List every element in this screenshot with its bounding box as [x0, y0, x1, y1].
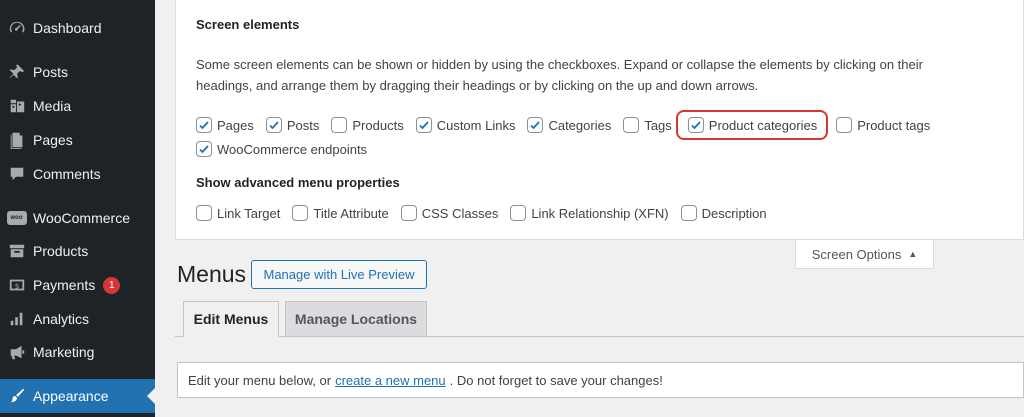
- checkbox-label: Description: [701, 205, 767, 221]
- sidebar-item-label: Analytics: [33, 311, 90, 327]
- sidebar-item-label: WooCommerce: [33, 210, 130, 226]
- checkbox-label: Product tags: [857, 117, 931, 133]
- advanced-properties-heading: Show advanced menu properties: [196, 175, 400, 190]
- checkbox-products[interactable]: Products: [331, 117, 404, 133]
- dollar-icon: $: [0, 276, 33, 294]
- checkbox-box[interactable]: [836, 117, 853, 133]
- checkbox-product-categories[interactable]: Product categories: [675, 110, 829, 140]
- checkbox-label: Pages: [217, 117, 254, 133]
- checkbox-custom-links[interactable]: Custom Links: [415, 117, 516, 133]
- checkbox-label: Link Target: [217, 205, 281, 221]
- checkbox-title-attribute[interactable]: Title Attribute: [292, 205, 389, 221]
- checkbox-box[interactable]: [331, 117, 348, 133]
- checkbox-box[interactable]: [687, 117, 704, 133]
- page-title: Menus: [177, 261, 247, 287]
- notice-text-after: . Do not forget to save your changes!: [449, 372, 663, 388]
- brush-icon: [0, 387, 33, 405]
- checkbox-label: CSS Classes: [421, 205, 499, 221]
- sidebar-item-products[interactable]: Products: [0, 234, 155, 268]
- sidebar-item-label: Media: [33, 98, 72, 114]
- checkbox-box[interactable]: [196, 141, 212, 157]
- checkbox-label: Tags: [644, 117, 672, 133]
- tab-edit-menus[interactable]: Edit Menus: [183, 301, 279, 337]
- pages-icon: [0, 131, 33, 149]
- sidebar-item-pages[interactable]: Pages: [0, 123, 155, 157]
- pin-icon: [0, 63, 33, 81]
- sidebar-item-label: Comments: [33, 166, 101, 182]
- sidebar-item-label: Dashboard: [33, 20, 102, 36]
- checkbox-box[interactable]: [292, 205, 309, 221]
- checkbox-box[interactable]: [510, 205, 527, 221]
- checkbox-description[interactable]: Description: [680, 205, 767, 221]
- checkbox-label: Categories: [548, 117, 612, 133]
- checkbox-box[interactable]: [400, 205, 417, 221]
- checkbox-tags[interactable]: Tags: [623, 117, 672, 133]
- checkbox-label: Custom Links: [436, 117, 516, 133]
- checkbox-box[interactable]: [415, 117, 432, 133]
- checkbox-label: Link Relationship (XFN): [531, 205, 669, 221]
- bar-chart-icon: [0, 310, 33, 328]
- checkbox-link-relationship[interactable]: Link Relationship (XFN): [510, 205, 669, 221]
- checkbox-box[interactable]: [196, 205, 212, 221]
- checkbox-box[interactable]: [680, 205, 697, 221]
- notice-text-before: Edit your menu below, or: [188, 372, 332, 388]
- sidebar-item-marketing[interactable]: Marketing: [0, 335, 155, 369]
- screen-elements-heading: Screen elements: [196, 17, 300, 32]
- checkbox-link-target[interactable]: Link Target: [196, 205, 280, 221]
- sidebar-item-woocommerce[interactable]: woo WooCommerce: [0, 201, 155, 235]
- checkbox-box[interactable]: [527, 117, 544, 133]
- checkbox-woocommerce-endpoints[interactable]: WooCommerce endpoints: [196, 141, 367, 157]
- checkbox-label: Title Attribute: [313, 205, 389, 221]
- checkbox-css-classes[interactable]: CSS Classes: [400, 205, 499, 221]
- dashboard-icon: [0, 19, 33, 37]
- create-new-menu-link[interactable]: create a new menu: [335, 373, 446, 388]
- notification-badge: 1: [103, 276, 121, 294]
- current-menu-arrow: [147, 388, 155, 404]
- screen-elements-row-1: Pages Posts Products Custom Links Catego…: [196, 110, 942, 140]
- svg-text:$: $: [14, 282, 19, 291]
- sidebar-item-comments[interactable]: Comments: [0, 157, 155, 191]
- screen-options-label: Screen Options: [811, 246, 902, 262]
- sidebar-item-label: Payments: [33, 277, 96, 293]
- checkbox-label: WooCommerce endpoints: [217, 141, 368, 157]
- checkbox-label: Products: [352, 117, 404, 133]
- woo-icon: woo: [0, 211, 33, 225]
- checkbox-label: Product categories: [708, 117, 818, 133]
- checkbox-label: Posts: [286, 117, 320, 133]
- sidebar-item-appearance[interactable]: Appearance: [0, 379, 155, 413]
- sidebar-item-label: Products: [33, 243, 89, 259]
- sidebar-item-posts[interactable]: Posts: [0, 55, 155, 89]
- checkbox-box[interactable]: [623, 117, 640, 133]
- arrow-up-icon: ▲: [908, 249, 918, 259]
- sidebar-item-media[interactable]: Media: [0, 89, 155, 123]
- checkbox-product-tags[interactable]: Product tags: [836, 117, 930, 133]
- sidebar-item-label: Marketing: [33, 344, 95, 360]
- sidebar-item-dashboard[interactable]: Dashboard: [0, 11, 155, 45]
- media-icon: [0, 97, 33, 115]
- screen-elements-description: Some screen elements can be shown or hid…: [196, 57, 923, 93]
- screen-options-panel: Screen elements Some screen elements can…: [175, 0, 1024, 240]
- admin-sidebar: Dashboard Posts Media Pages Comments woo…: [0, 0, 155, 417]
- checkbox-box[interactable]: [196, 117, 212, 133]
- manage-menus-notice: Edit your menu below, or create a new me…: [177, 362, 1024, 398]
- sidebar-item-label: Pages: [33, 132, 73, 148]
- manage-live-preview-button[interactable]: Manage with Live Preview: [251, 260, 427, 289]
- checkbox-posts[interactable]: Posts: [265, 117, 320, 133]
- megaphone-icon: [0, 343, 33, 361]
- checkbox-box[interactable]: [265, 117, 282, 133]
- advanced-properties-row: Link Target Title Attribute CSS Classes …: [196, 205, 779, 221]
- tab-manage-locations[interactable]: Manage Locations: [285, 301, 427, 337]
- sidebar-item-analytics[interactable]: Analytics: [0, 302, 155, 336]
- comment-icon: [0, 165, 33, 183]
- screen-options-toggle[interactable]: Screen Options ▲: [795, 240, 934, 269]
- sidebar-item-label: Posts: [33, 64, 69, 80]
- sidebar-item-payments[interactable]: $ Payments 1: [0, 268, 155, 302]
- archive-icon: [0, 242, 33, 260]
- checkbox-pages[interactable]: Pages: [196, 117, 254, 133]
- screen-elements-row-2: WooCommerce endpoints: [196, 141, 379, 157]
- checkbox-categories[interactable]: Categories: [527, 117, 611, 133]
- sidebar-item-label: Appearance: [33, 388, 109, 404]
